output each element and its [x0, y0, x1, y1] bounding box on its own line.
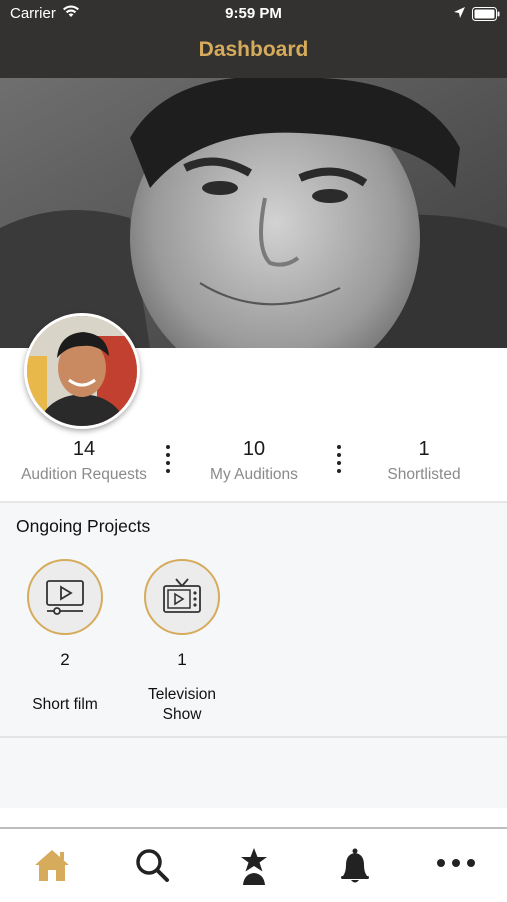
stat-value: 1: [418, 438, 430, 460]
bell-icon[interactable]: [335, 847, 375, 887]
ongoing-projects-section: Ongoing Projects 2 Short film 1 Televisi…: [0, 503, 507, 738]
profile-cover-photo: [0, 78, 507, 348]
section-title: Ongoing Projects: [16, 516, 151, 536]
empty-area: [0, 738, 507, 808]
video-player-icon: [27, 559, 103, 635]
status-bar: Carrier 9:59 PM: [0, 0, 507, 28]
project-count: 2: [60, 650, 70, 669]
battery-icon: [472, 7, 500, 25]
stat-label: Audition Requests: [21, 466, 147, 483]
page-title: Dashboard: [198, 38, 309, 61]
stat-label: Shortlisted: [387, 466, 461, 483]
project-label: Short film: [32, 696, 98, 713]
project-label: Television Show: [147, 686, 217, 723]
television-icon: [144, 559, 220, 635]
search-icon[interactable]: [133, 847, 173, 887]
vertical-dots-divider: [336, 445, 342, 477]
location-arrow-icon: [453, 6, 466, 23]
stat-shortlisted[interactable]: 1 Shortlisted: [339, 438, 507, 484]
project-television-show[interactable]: 1 Television Show: [117, 559, 247, 725]
status-time: 9:59 PM: [225, 5, 282, 22]
stats-row: 14 Audition Requests 10 My Auditions 1 S…: [0, 438, 507, 498]
tab-bar: [0, 827, 507, 902]
stat-label: My Auditions: [210, 466, 298, 483]
stat-my-auditions[interactable]: 10 My Auditions: [169, 438, 339, 484]
more-icon[interactable]: [436, 847, 476, 887]
project-short-film[interactable]: 2 Short film: [0, 559, 130, 715]
navigation-bar: Dashboard: [0, 28, 507, 78]
project-count: 1: [177, 650, 187, 669]
stat-audition-requests[interactable]: 14 Audition Requests: [0, 438, 169, 484]
stat-value: 10: [242, 438, 266, 460]
vertical-dots-divider: [165, 445, 171, 477]
stat-value: 14: [72, 438, 96, 460]
star-person-icon[interactable]: [234, 847, 274, 887]
profile-avatar[interactable]: [24, 313, 140, 429]
home-icon[interactable]: [32, 847, 72, 887]
